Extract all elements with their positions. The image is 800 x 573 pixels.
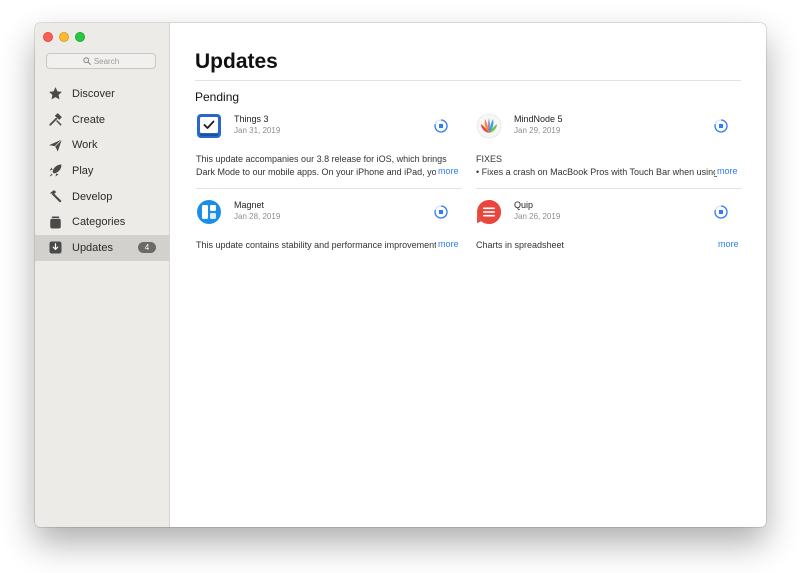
sidebar-item-develop[interactable]: Develop: [35, 184, 169, 210]
release-date: Jan 28, 2019: [234, 212, 281, 221]
title-divider: [195, 80, 741, 81]
square-stack-icon: [47, 214, 63, 230]
sidebar-item-label: Play: [72, 164, 94, 177]
sidebar-item-play[interactable]: Play: [35, 158, 169, 184]
app-name[interactable]: Quip: [514, 200, 533, 210]
sidebar-item-label: Develop: [72, 190, 113, 203]
zoom-window-button[interactable]: [75, 32, 85, 42]
progress-spinner-icon[interactable]: [714, 205, 728, 219]
more-link[interactable]: more: [716, 239, 739, 249]
sidebar-item-work[interactable]: Work: [35, 132, 169, 158]
hammer-brush-icon: [47, 112, 63, 128]
update-description-line: FIXES: [476, 154, 503, 164]
app-name[interactable]: MindNode 5: [514, 114, 563, 124]
magnet-app-icon[interactable]: [196, 199, 222, 225]
release-date: Jan 26, 2019: [514, 212, 561, 221]
section-title: Pending: [195, 90, 240, 104]
sidebar-item-updates[interactable]: Updates 4: [35, 235, 169, 261]
release-date: Jan 29, 2019: [514, 126, 561, 135]
sidebar: Search Discover Create Work Play Develop…: [35, 23, 170, 527]
more-link[interactable]: more: [436, 166, 459, 176]
rocket-icon: [47, 163, 63, 179]
update-description-line: • Fixes a crash on MacBook Pros with Tou…: [476, 167, 719, 177]
sidebar-item-label: Work: [72, 139, 98, 152]
card-divider: [196, 188, 462, 189]
card-divider: [476, 188, 742, 189]
release-date: Jan 31, 2019: [234, 126, 281, 135]
minimize-window-button[interactable]: [59, 32, 69, 42]
sidebar-item-categories[interactable]: Categories: [35, 209, 169, 235]
progress-spinner-icon[interactable]: [714, 119, 728, 133]
things-app-icon[interactable]: [196, 113, 222, 139]
download-tray-icon: [47, 240, 63, 256]
sidebar-nav: Discover Create Work Play Develop Catego…: [35, 81, 169, 261]
search-field[interactable]: Search: [46, 53, 156, 69]
hammer-icon: [47, 189, 63, 205]
search-icon: [83, 57, 91, 65]
update-description-line: Charts in spreadsheet: [476, 240, 565, 250]
mindnode-app-icon[interactable]: [476, 113, 502, 139]
update-card-magnet: Magnet Jan 28, 2019 This update contains…: [196, 199, 459, 259]
update-card-mindnode: MindNode 5 Jan 29, 2019 FIXES • Fixes a …: [476, 113, 742, 189]
progress-spinner-icon[interactable]: [434, 205, 448, 219]
progress-spinner-icon[interactable]: [434, 119, 448, 133]
sidebar-item-label: Updates: [72, 241, 113, 254]
app-store-window: Search Discover Create Work Play Develop…: [35, 23, 766, 527]
sidebar-item-label: Create: [72, 113, 106, 126]
search-placeholder: Search: [93, 56, 120, 66]
sidebar-item-label: Categories: [72, 216, 126, 229]
more-link[interactable]: more: [715, 166, 738, 176]
sidebar-item-create[interactable]: Create: [35, 107, 169, 133]
sidebar-item-label: Discover: [72, 87, 115, 100]
quip-app-icon[interactable]: [476, 199, 502, 225]
close-window-button[interactable]: [43, 32, 53, 42]
updates-count-badge: 4: [138, 242, 156, 254]
app-name[interactable]: Things 3: [234, 114, 269, 124]
page-title: Updates: [195, 50, 278, 73]
update-description-line: Dark Mode to our mobile apps. On your iP…: [196, 167, 459, 177]
main-content: Updates Pending Things 3 Jan 31, 2019 Th…: [170, 23, 766, 527]
window-controls: [43, 32, 85, 42]
more-link[interactable]: more: [436, 239, 459, 249]
update-description-line: This update accompanies our 3.8 release …: [196, 154, 447, 164]
sidebar-item-discover[interactable]: Discover: [35, 81, 169, 107]
app-name[interactable]: Magnet: [234, 200, 264, 210]
update-description-line: This update contains stability and perfo…: [196, 240, 444, 250]
star-icon: [47, 86, 63, 102]
paper-plane-icon: [47, 137, 63, 153]
update-card-quip: Quip Jan 26, 2019 Charts in spreadsheet …: [476, 199, 739, 259]
update-card-things: Things 3 Jan 31, 2019 This update accomp…: [196, 113, 462, 189]
